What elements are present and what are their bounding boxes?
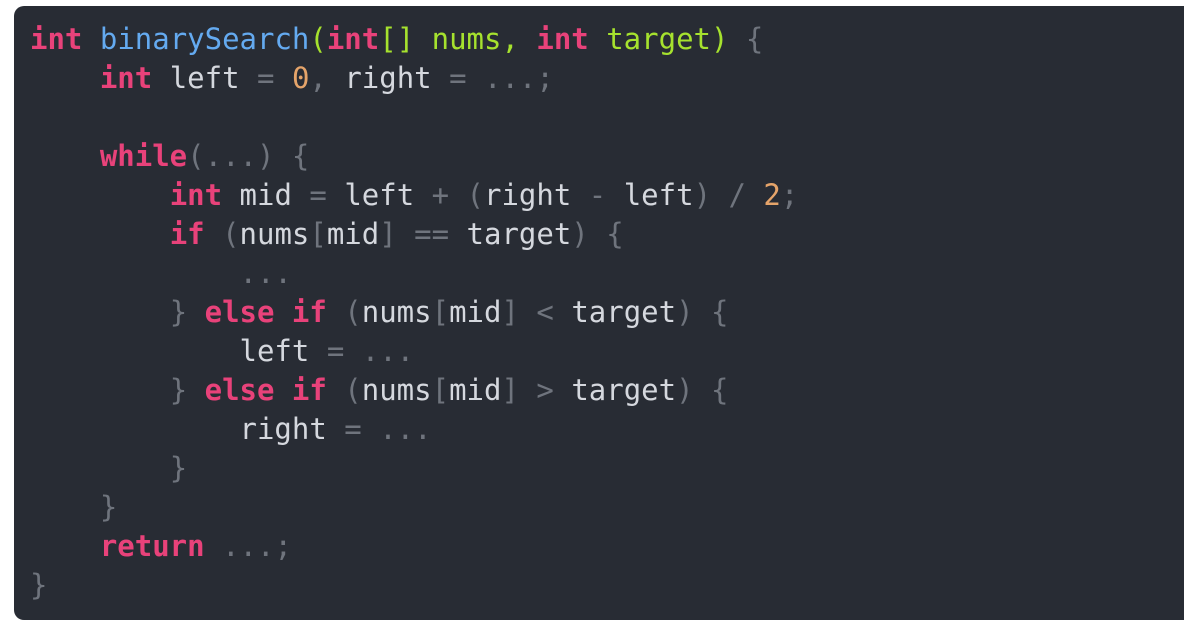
- code-line: return ...;: [30, 527, 1184, 566]
- code-token: nums: [239, 217, 310, 251]
- code-line: }: [30, 566, 1184, 605]
- code-token: (: [309, 22, 327, 56]
- code-line: int mid = left + (right - left) / 2;: [30, 176, 1184, 215]
- code-token: }: [30, 568, 48, 602]
- code-token: ...;: [204, 529, 292, 563]
- code-token: [] nums,: [379, 22, 537, 56]
- code-token: ) {: [571, 217, 624, 251]
- code-token: mid: [222, 178, 310, 212]
- code-token: ) /: [693, 178, 764, 212]
- code-token: while: [99, 139, 188, 173]
- code-token: [: [431, 373, 450, 407]
- code-token: ) {: [676, 295, 729, 329]
- code-token: (: [204, 217, 240, 251]
- code-token: right: [326, 61, 450, 95]
- code-token: }: [99, 490, 118, 524]
- code-token: else if: [204, 295, 327, 329]
- code-token: if: [169, 217, 205, 251]
- code-token: int: [99, 61, 153, 95]
- code-token: target: [553, 295, 677, 329]
- code-token: ] ==: [379, 217, 450, 251]
- code-token: =: [257, 61, 275, 95]
- code-token: else if: [204, 373, 327, 407]
- code-token: = ...;: [449, 61, 554, 95]
- code-token: mid: [449, 295, 502, 329]
- code-content: int binarySearch(int[] nums, int target)…: [30, 20, 1184, 605]
- code-token: int: [30, 22, 83, 56]
- code-token: mid: [449, 373, 502, 407]
- code-token: left: [152, 61, 257, 95]
- code-token: mid: [326, 217, 380, 251]
- code-token: right: [30, 412, 345, 446]
- code-token: [: [431, 295, 450, 329]
- code-token: (: [326, 295, 362, 329]
- code-token: (...) {: [187, 139, 310, 173]
- code-line: }: [30, 449, 1184, 488]
- code-token: + (: [431, 178, 485, 212]
- code-line: int binarySearch(int[] nums, int target)…: [30, 20, 1184, 59]
- code-token: {: [728, 22, 764, 56]
- code-token: [: [309, 217, 327, 251]
- code-token: int: [169, 178, 223, 212]
- code-token: ;: [780, 178, 799, 212]
- code-token: 2: [763, 178, 781, 212]
- code-token: target: [553, 373, 677, 407]
- code-token: binarySearch: [99, 22, 310, 56]
- code-token: ...: [239, 256, 292, 290]
- code-token: left: [606, 178, 694, 212]
- code-token: }: [169, 295, 188, 329]
- code-token: right: [484, 178, 589, 212]
- code-line: } else if (nums[mid] < target) {: [30, 293, 1184, 332]
- code-token: int: [536, 22, 589, 56]
- code-line: if (nums[mid] == target) {: [30, 215, 1184, 254]
- code-token: left: [326, 178, 432, 212]
- code-line: }: [30, 488, 1184, 527]
- code-token: ] <: [501, 295, 554, 329]
- code-line: ...: [30, 254, 1184, 293]
- code-token: nums: [361, 373, 432, 407]
- code-token: ) {: [676, 373, 729, 407]
- code-block: int binarySearch(int[] nums, int target)…: [14, 6, 1184, 620]
- code-token: int: [326, 22, 380, 56]
- code-token: }: [169, 373, 188, 407]
- code-token: = ...: [326, 334, 415, 368]
- code-token: left: [30, 334, 327, 368]
- code-line: } else if (nums[mid] > target) {: [30, 371, 1184, 410]
- code-token: }: [169, 451, 188, 485]
- code-line: int left = 0, right = ...;: [30, 59, 1184, 98]
- code-token: 0: [291, 61, 310, 95]
- code-line: right = ...: [30, 410, 1184, 449]
- code-token: target): [588, 22, 729, 56]
- code-token: ,: [309, 61, 327, 95]
- code-token: (: [326, 373, 362, 407]
- code-token: =: [309, 178, 327, 212]
- code-token: = ...: [344, 412, 432, 446]
- code-token: -: [588, 178, 607, 212]
- code-line: left = ...: [30, 332, 1184, 371]
- code-line: while(...) {: [30, 137, 1184, 176]
- code-token: target: [449, 217, 572, 251]
- code-token: ] >: [501, 373, 554, 407]
- code-token: return: [99, 529, 205, 563]
- code-token: nums: [361, 295, 432, 329]
